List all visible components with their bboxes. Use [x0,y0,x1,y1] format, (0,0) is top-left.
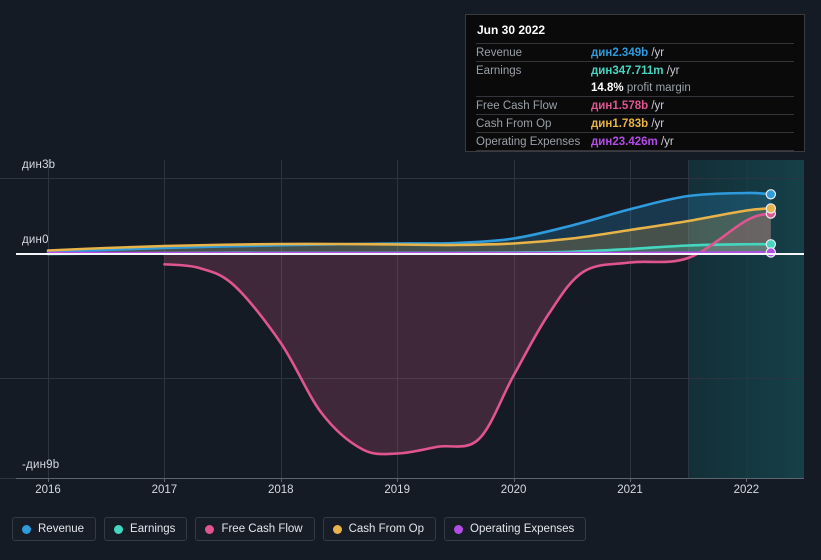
x-tick-2019 [397,478,399,482]
legend-item-operating-expenses[interactable]: Operating Expenses [444,517,587,541]
tooltip-row-label: Operating Expenses [476,135,581,148]
tooltip-row-value: дин1.578b /yr [591,99,665,112]
tooltip-row-value: дин1.783b /yr [591,117,665,130]
plot-area[interactable] [0,160,804,479]
x-tick-2021 [630,478,631,482]
tooltip-row-label: Free Cash Flow [476,99,558,112]
tooltip-row-revenue: Revenue дин2.349b /yr [476,43,794,61]
y-axis-label-top: дин3b [22,159,56,171]
y-axis-label-zero: дин0 [22,234,49,246]
endpoint-marker-revenue[interactable] [765,189,777,200]
tooltip-row-earnings: Earnings дин347.711m /yr [476,61,794,79]
legend-item-label: Operating Expenses [470,523,575,535]
tooltip-row-cash-from-op: Cash From Op дин1.783b /yr [476,114,794,132]
legend-dot-icon [114,524,124,534]
x-axis-label-2017: 2017 [151,484,178,496]
legend-dot-icon [22,524,31,534]
tooltip-rows: Revenue дин2.349b /yr Earnings дин347.711m … [476,43,794,151]
x-axis-label-2018: 2018 [268,484,294,496]
legend-dot-icon [454,524,464,534]
legend-item-earnings[interactable]: Earnings [104,517,188,541]
endpoint-marker-cash-from-op[interactable] [765,203,777,214]
legend-item-label: Revenue [38,523,85,535]
chart-tooltip: Jun 30 2022 Revenue дин2.349b /yr Earnings… [465,14,805,152]
x-tick-2018 [280,478,282,482]
legend-item-label: Earnings [130,523,176,535]
y-axis-label-bottom: -дин9b [22,459,60,471]
legend-item-cash-from-op[interactable]: Cash From Op [322,517,437,541]
x-tick-2017 [164,478,166,482]
x-axis-label-2022: 2022 [733,484,760,496]
tooltip-row-label: Earnings [476,64,522,77]
tooltip-row-free-cash-flow: Free Cash Flow дин1.578b /yr [476,96,794,114]
legend-item-revenue[interactable]: Revenue [12,517,97,541]
tooltip-bottom-rule [476,150,794,151]
legend-item-label: Free Cash Flow [221,523,303,535]
x-axis-label-2019: 2019 [384,484,410,496]
legend-dot-icon [205,524,215,534]
x-axis-line [16,478,804,479]
tooltip-row-value: дин2.349b /yr [591,46,665,59]
x-tick-2022 [746,478,748,482]
tooltip-row-value: дин23.426m /yr [591,135,674,148]
tooltip-row-label: Revenue [476,46,523,59]
financial-chart: дин3b дин0 -дин9b 2016 2017 2018 2019 2020 20… [0,0,821,560]
x-axis-label-2020: 2020 [500,484,527,496]
tooltip-row-label: Cash From Op [476,117,552,130]
x-axis-label-2021: 2021 [617,484,643,496]
chart-legend[interactable]: Revenue Earnings Free Cash Flow Cash From O… [12,517,587,541]
zero-axis-line [16,253,804,255]
x-axis-label-2016: 2016 [35,484,61,496]
tooltip-profit-margin: 14.8% profit margin [591,81,691,94]
tooltip-row-value: дин347.711m /yr [591,64,680,77]
legend-item-free-cash-flow[interactable]: Free Cash Flow [195,517,315,541]
legend-item-label: Cash From Op [348,523,425,535]
tooltip-title: Jun 30 2022 [477,23,546,37]
legend-dot-icon [332,524,342,534]
tooltip-row-operating-expenses: Operating Expenses дин23.426m /yr [476,132,794,150]
series-paths [46,189,777,456]
x-tick-2016 [48,478,49,482]
x-tick-2020 [513,478,515,482]
